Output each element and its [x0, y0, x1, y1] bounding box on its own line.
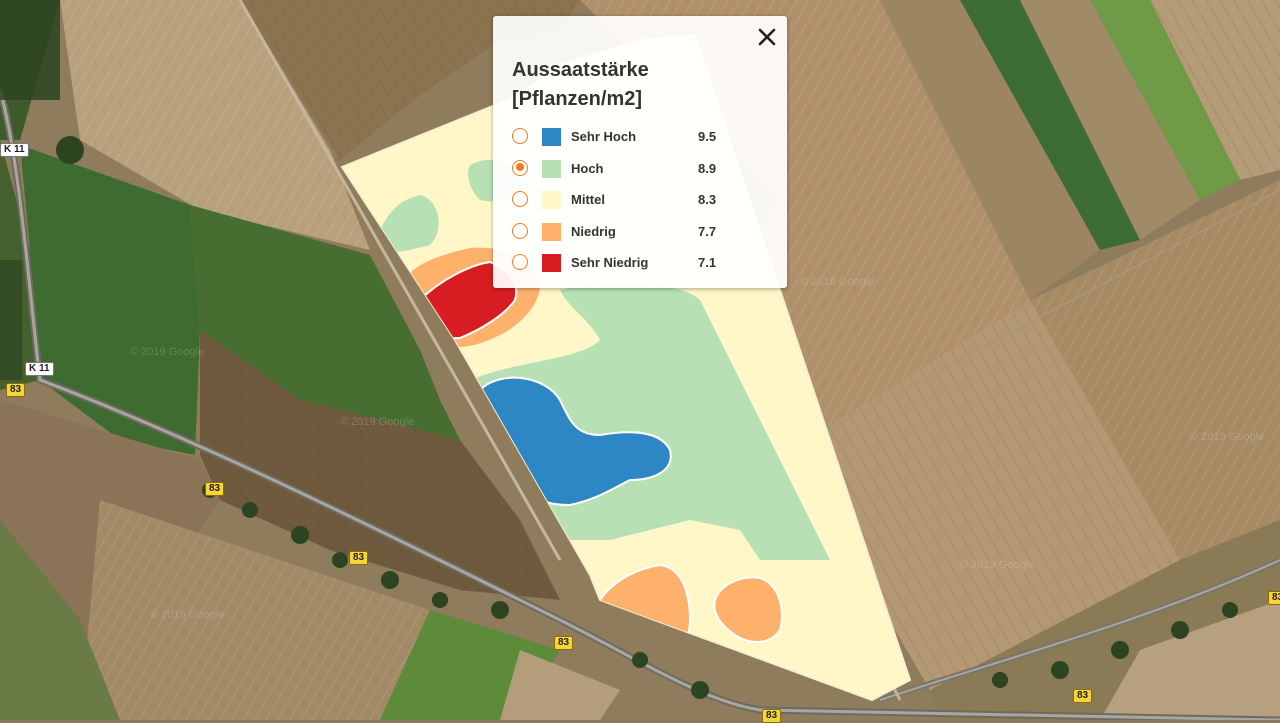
legend-title-line1: Aussaatstärke — [512, 59, 649, 81]
radio-button[interactable] — [512, 159, 528, 176]
road-label-b83: 83 — [349, 551, 369, 565]
class-value: 7.7 — [698, 223, 717, 239]
radio-button[interactable] — [512, 222, 528, 239]
legend-list: Sehr Hoch 9.5 Hoch 8.9 Mittel 8.3 Niedri… — [512, 128, 772, 286]
color-swatch — [542, 222, 561, 241]
class-label: Niedrig — [571, 223, 616, 239]
svg-text:© 2019 Google: © 2019 Google — [130, 346, 204, 358]
legend-title: Aussaatstärke [Pflanzen/m2] — [512, 56, 732, 114]
legend-panel: Aussaatstärke [Pflanzen/m2] Sehr Hoch 9.… — [493, 16, 787, 288]
class-value: 8.3 — [698, 192, 717, 208]
class-label: Mittel — [571, 192, 605, 208]
road-label-b83: 83 — [1073, 689, 1093, 703]
svg-text:© 2019 Google: © 2019 Google — [1190, 431, 1264, 443]
class-value: 7.1 — [698, 255, 717, 271]
road-label-k11: K 11 — [25, 362, 54, 376]
color-swatch — [542, 128, 561, 146]
class-value: 9.5 — [698, 129, 717, 144]
svg-text:© 2019 Google: © 2019 Google — [800, 276, 874, 288]
svg-text:© 2019 Google: © 2019 Google — [150, 609, 224, 621]
class-label: Hoch — [571, 160, 604, 176]
svg-text:© 2019 Google: © 2019 Google — [340, 416, 414, 428]
color-swatch — [542, 159, 561, 178]
color-swatch — [542, 254, 561, 273]
class-label: Sehr Hoch — [571, 129, 637, 144]
color-swatch — [542, 191, 561, 210]
close-icon — [758, 28, 776, 46]
class-value: 8.9 — [698, 160, 717, 176]
legend-row-mittel[interactable]: Mittel 8.3 — [512, 191, 772, 223]
svg-text:© 2019 Google: © 2019 Google — [960, 559, 1034, 571]
legend-row-sehr-hoch[interactable]: Sehr Hoch 9.5 — [512, 128, 772, 160]
legend-row-niedrig[interactable]: Niedrig 7.7 — [512, 222, 772, 255]
radio-button[interactable] — [512, 191, 528, 208]
legend-row-hoch[interactable]: Hoch 8.9 — [512, 159, 772, 192]
radio-button[interactable] — [512, 128, 528, 144]
road-label-b83: 83 — [762, 709, 782, 723]
road-label-b83: 83 — [1268, 591, 1280, 605]
road-label-b83: 83 — [554, 636, 574, 650]
close-button[interactable] — [754, 24, 780, 50]
road-label-b83: 83 — [205, 482, 225, 496]
radio-button[interactable] — [512, 254, 528, 271]
road-label-b83: 83 — [6, 383, 26, 397]
legend-title-line2: [Pflanzen/m2] — [512, 88, 643, 110]
class-label: Sehr Niedrig — [571, 255, 649, 271]
road-label-k11: K 11 — [0, 143, 29, 157]
legend-row-sehr-niedrig[interactable]: Sehr Niedrig 7.1 — [512, 254, 772, 286]
